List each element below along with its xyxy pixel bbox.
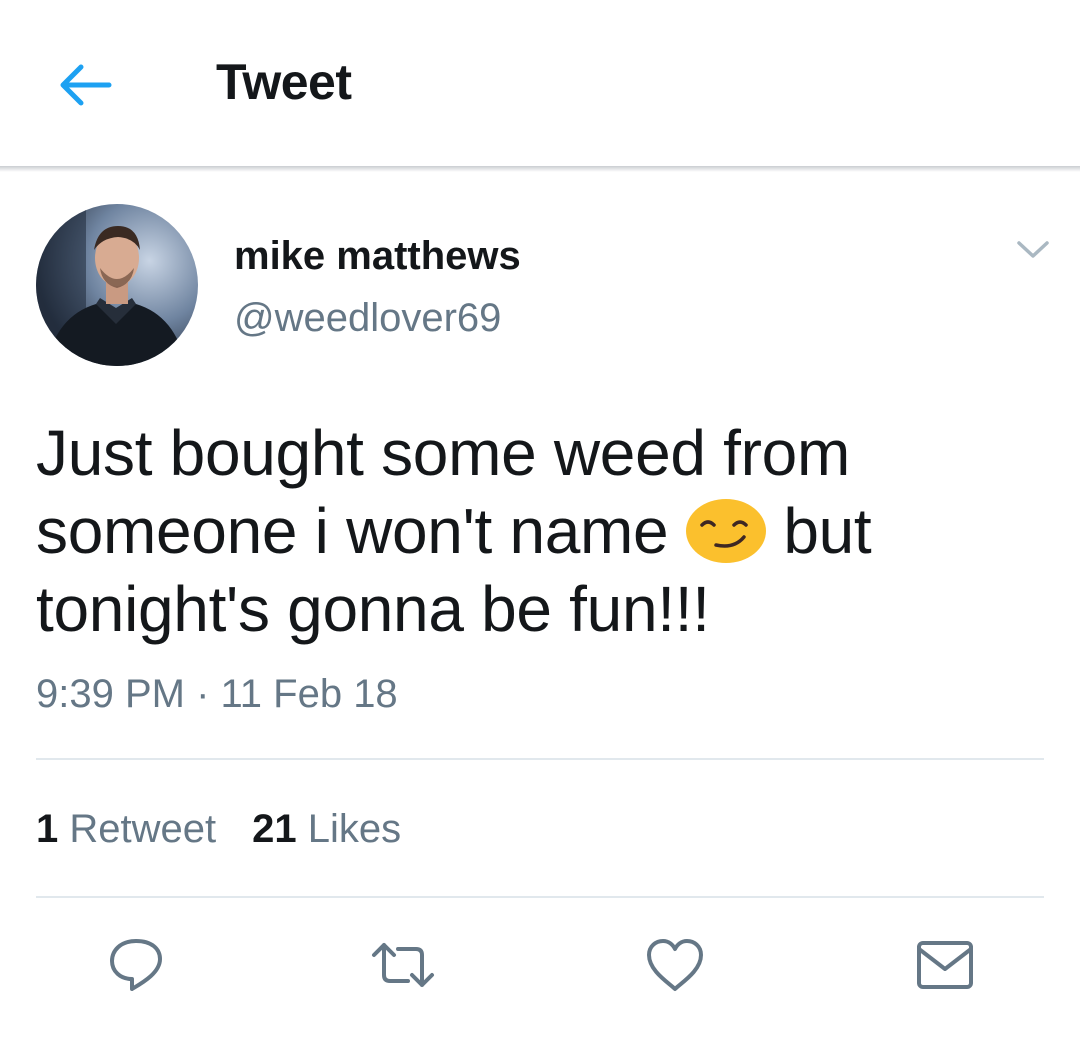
author-handle[interactable]: @weedlover69: [234, 294, 501, 342]
tweet-detail-screen: Tweet mike matthews @weedlover69 Just bo…: [0, 0, 1080, 1044]
reply-icon: [110, 939, 162, 991]
retweets-stat[interactable]: 1 Retweet: [36, 804, 216, 854]
retweets-count: 1: [36, 807, 59, 851]
smirking-face-emoji: [685, 499, 766, 563]
likes-stat[interactable]: 21 Likes: [252, 804, 401, 854]
avatar-photo: [36, 204, 198, 366]
likes-label: Likes: [307, 807, 402, 851]
envelope-icon: [917, 941, 973, 989]
arrow-left-icon: [60, 64, 112, 106]
tweet-stats: 1 Retweet 21 Likes: [36, 804, 401, 854]
author-name[interactable]: mike matthews: [234, 232, 521, 280]
retweet-button[interactable]: [368, 930, 438, 1000]
likes-count: 21: [252, 807, 297, 851]
tweet-timestamp[interactable]: 9:39 PM · 11 Feb 18: [36, 668, 398, 720]
heart-icon: [647, 939, 703, 991]
header-divider: [0, 166, 1080, 172]
top-bar: Tweet: [0, 0, 1080, 166]
divider-bottom: [36, 896, 1044, 898]
tweet-options-button[interactable]: [1008, 230, 1058, 270]
divider-top: [36, 758, 1044, 760]
reply-button[interactable]: [101, 930, 171, 1000]
share-button[interactable]: [910, 930, 980, 1000]
back-button[interactable]: [52, 52, 118, 118]
retweets-label: Retweet: [69, 807, 217, 851]
retweet-icon: [372, 943, 434, 987]
tweet-text: Just bought some weed from someone i won…: [36, 414, 1046, 648]
like-button[interactable]: [640, 930, 710, 1000]
chevron-down-icon: [1017, 241, 1049, 258]
page-title: Tweet: [216, 54, 352, 110]
avatar[interactable]: [36, 204, 198, 366]
